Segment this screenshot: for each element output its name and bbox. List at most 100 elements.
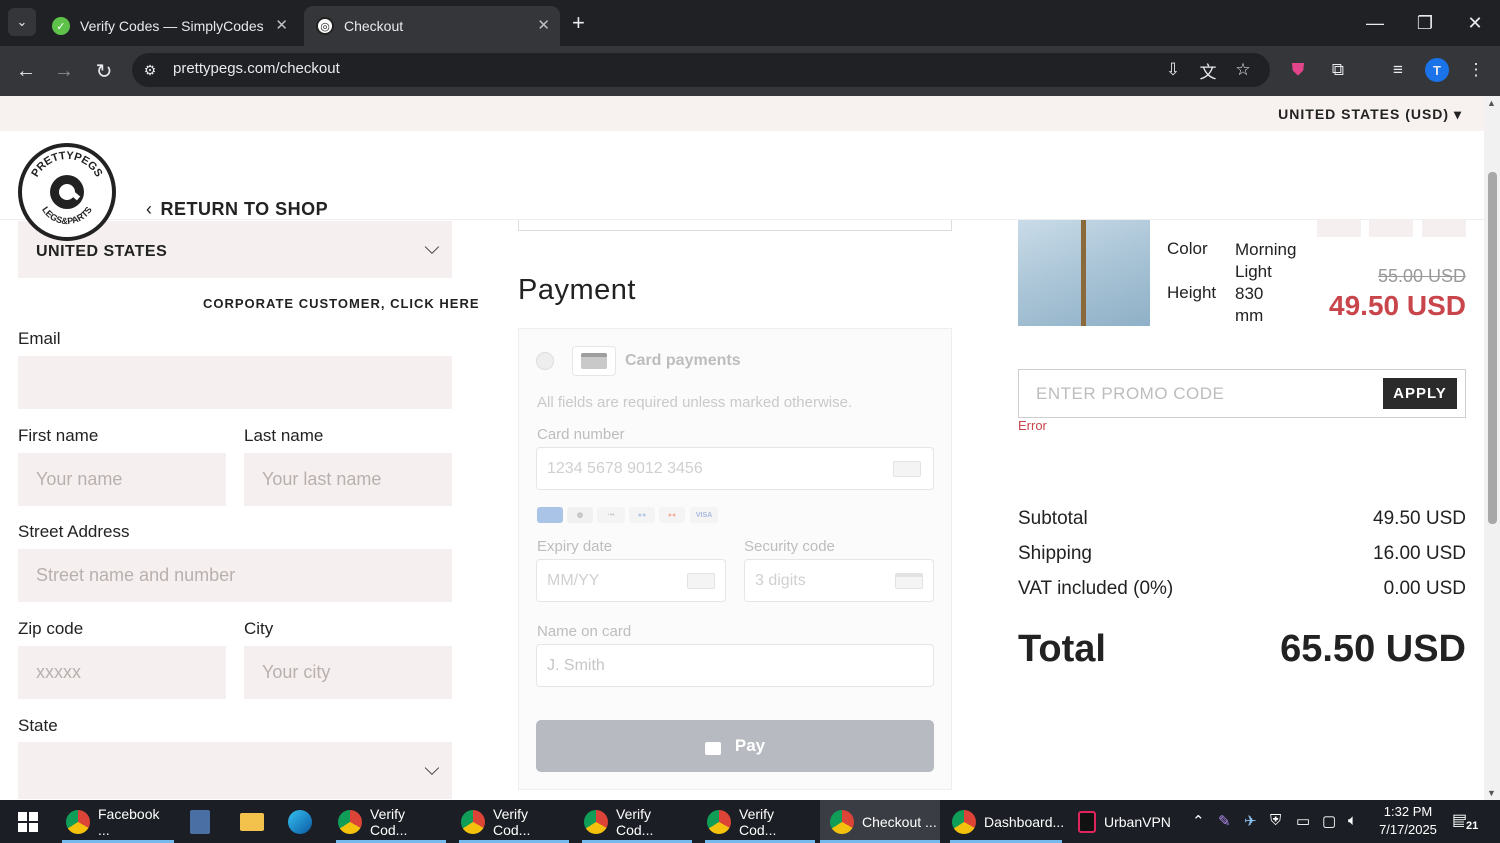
window-close-icon[interactable]: ✕ bbox=[1460, 10, 1490, 36]
last-name-label: Last name bbox=[244, 426, 324, 445]
scroll-up-icon[interactable]: ▲ bbox=[1487, 98, 1496, 108]
tab-title: Verify Codes — SimplyCodes bbox=[80, 18, 264, 34]
tab-checkout[interactable]: ◎ Checkout ✕ bbox=[304, 6, 560, 46]
back-icon[interactable]: ← bbox=[12, 57, 40, 85]
browser-menu-icon[interactable]: ⋮ bbox=[1464, 58, 1488, 82]
extensions-puzzle-icon[interactable]: ⧉ bbox=[1326, 58, 1350, 82]
start-button[interactable] bbox=[8, 800, 48, 843]
qty-minus-button[interactable] bbox=[1317, 220, 1361, 237]
bookmark-star-icon[interactable]: ☆ bbox=[1231, 58, 1255, 82]
vat-row: VAT included (0%) 0.00 USD bbox=[1018, 578, 1466, 599]
taskbar-facebook[interactable]: Facebook ... bbox=[62, 800, 174, 843]
expiry-field[interactable]: MM/YY bbox=[536, 559, 726, 602]
taskbar-verify-3[interactable]: Verify Cod... bbox=[582, 800, 692, 843]
city-label: City bbox=[244, 619, 274, 638]
subtotal-row: Subtotal 49.50 USD bbox=[1018, 508, 1466, 529]
street-label: Street Address bbox=[18, 522, 130, 541]
clock-time: 1:32 PM bbox=[1383, 804, 1433, 819]
scroll-down-icon[interactable]: ▼ bbox=[1487, 788, 1496, 798]
site-info-icon[interactable]: ⚙ bbox=[138, 58, 162, 82]
screen: ⌄ ✓ Verify Codes — SimplyCodes ✕ ◎ Check… bbox=[0, 0, 1500, 843]
logo-mark-icon: PRETTYPEGS LEGS&PARTS bbox=[29, 150, 104, 226]
top-strip: UNITED STATES (USD) ▾ bbox=[0, 96, 1484, 131]
calculator-app[interactable] bbox=[190, 800, 218, 843]
volume-icon[interactable]: 🔈︎ bbox=[1348, 812, 1357, 829]
notification-count: 21 bbox=[1464, 820, 1481, 832]
card-icon-shape bbox=[581, 353, 607, 369]
taskbar-verify-1[interactable]: Verify Cod... bbox=[336, 800, 446, 843]
last-name-field[interactable]: Your last name bbox=[244, 453, 452, 506]
new-tab-button[interactable]: + bbox=[572, 10, 585, 36]
close-tab-icon[interactable]: ✕ bbox=[275, 16, 288, 34]
restore-icon[interactable]: ❐ bbox=[1410, 10, 1440, 36]
chevron-left-icon: ‹ bbox=[146, 199, 153, 219]
color-attr-name: Color bbox=[1167, 239, 1208, 258]
chrome-icon bbox=[338, 809, 362, 834]
battery-icon[interactable]: ▭ bbox=[1296, 812, 1310, 830]
street-field[interactable]: Street name and number bbox=[18, 549, 452, 602]
prettypegs-favicon-icon: ◎ bbox=[316, 17, 334, 35]
currency-selector[interactable]: UNITED STATES (USD) ▾ bbox=[1278, 106, 1462, 123]
qty-value-box[interactable] bbox=[1369, 220, 1413, 237]
height-attr-value: 830 mm bbox=[1235, 284, 1264, 325]
show-hidden-icons[interactable]: ⌃ bbox=[1192, 812, 1205, 830]
extension-shield-icon[interactable]: ⛊ bbox=[1286, 58, 1310, 82]
edge-app[interactable] bbox=[288, 800, 316, 843]
corporate-customer-link[interactable]: CORPORATE CUSTOMER, CLICK HERE bbox=[203, 296, 480, 311]
translate-icon[interactable]: 文 bbox=[1196, 58, 1220, 82]
name-on-card-field[interactable]: J. Smith bbox=[536, 644, 934, 687]
chrome-icon bbox=[952, 809, 976, 834]
first-name-field[interactable]: Your name bbox=[18, 453, 226, 506]
email-field[interactable] bbox=[18, 356, 452, 409]
simplycodes-favicon-icon: ✓ bbox=[52, 17, 70, 35]
taskbar-verify-4[interactable]: Verify Cod... bbox=[705, 800, 815, 843]
prettypegs-logo[interactable]: PRETTYPEGS LEGS&PARTS bbox=[18, 143, 116, 241]
minimize-icon[interactable]: — bbox=[1360, 10, 1390, 36]
tab-verify-codes[interactable]: ✓ Verify Codes — SimplyCodes ✕ bbox=[44, 6, 298, 46]
file-explorer-app[interactable] bbox=[240, 800, 268, 843]
pen-icon[interactable]: ✎ bbox=[1218, 812, 1231, 830]
qty-plus-button[interactable] bbox=[1422, 220, 1466, 237]
media-control-icon[interactable]: ≡ bbox=[1386, 58, 1410, 82]
state-select[interactable]: ⌵ bbox=[18, 742, 452, 799]
tab-search-button[interactable]: ⌄ bbox=[8, 8, 36, 36]
taskbar-dashboard[interactable]: Dashboard... bbox=[950, 800, 1064, 843]
vat-value: 0.00 USD bbox=[1383, 578, 1466, 599]
scrollbar-thumb[interactable] bbox=[1488, 172, 1497, 524]
zip-field[interactable]: xxxxx bbox=[18, 646, 226, 699]
expiry-label: Expiry date bbox=[537, 538, 613, 555]
url-text[interactable]: prettypegs.com/checkout bbox=[173, 60, 340, 77]
chrome-icon bbox=[461, 809, 485, 834]
product-image bbox=[1018, 220, 1150, 326]
total-row: Total 65.50 USD bbox=[1018, 628, 1466, 670]
email-label: Email bbox=[18, 329, 61, 348]
return-to-shop-link[interactable]: ‹ RETURN TO SHOP bbox=[146, 199, 328, 220]
zip-label: Zip code bbox=[18, 619, 84, 638]
taskbar-urbanvpn[interactable]: UrbanVPN bbox=[1072, 800, 1172, 843]
close-tab-icon[interactable]: ✕ bbox=[537, 16, 550, 34]
reload-icon[interactable]: ↻ bbox=[90, 57, 118, 85]
network-icon[interactable]: ▢ bbox=[1322, 812, 1336, 830]
city-field[interactable]: Your city bbox=[244, 646, 452, 699]
security-code-field[interactable]: 3 digits bbox=[744, 559, 934, 602]
chrome-icon bbox=[830, 809, 854, 834]
notification-center[interactable]: ▤ 21 bbox=[1452, 810, 1486, 836]
card-icon bbox=[572, 346, 616, 376]
clock[interactable]: 1:32 PM 7/17/2025 bbox=[1378, 803, 1438, 839]
tray-app-icon[interactable]: ✈ bbox=[1244, 812, 1257, 830]
security-icon[interactable]: ⛨ bbox=[1270, 812, 1281, 829]
windows-logo-icon bbox=[18, 811, 38, 832]
install-app-icon[interactable]: ⇩ bbox=[1161, 58, 1185, 82]
taskbar-verify-2[interactable]: Verify Cod... bbox=[459, 800, 569, 843]
promo-code-input[interactable]: ENTER PROMO CODE bbox=[1036, 384, 1224, 404]
profile-avatar[interactable]: T bbox=[1425, 58, 1449, 82]
taskbar-checkout[interactable]: Checkout ... bbox=[820, 800, 940, 843]
shipping-value: 16.00 USD bbox=[1373, 543, 1466, 564]
card-payment-radio[interactable] bbox=[536, 352, 554, 370]
apply-promo-button[interactable]: APPLY bbox=[1383, 378, 1457, 409]
color-attr-value: Morning Light bbox=[1235, 240, 1297, 281]
card-number-field[interactable]: 1234 5678 9012 3456 bbox=[536, 447, 934, 490]
pay-button[interactable]: Pay bbox=[536, 720, 934, 772]
forward-icon[interactable]: → bbox=[50, 57, 78, 85]
clock-date: 7/17/2025 bbox=[1379, 822, 1437, 837]
